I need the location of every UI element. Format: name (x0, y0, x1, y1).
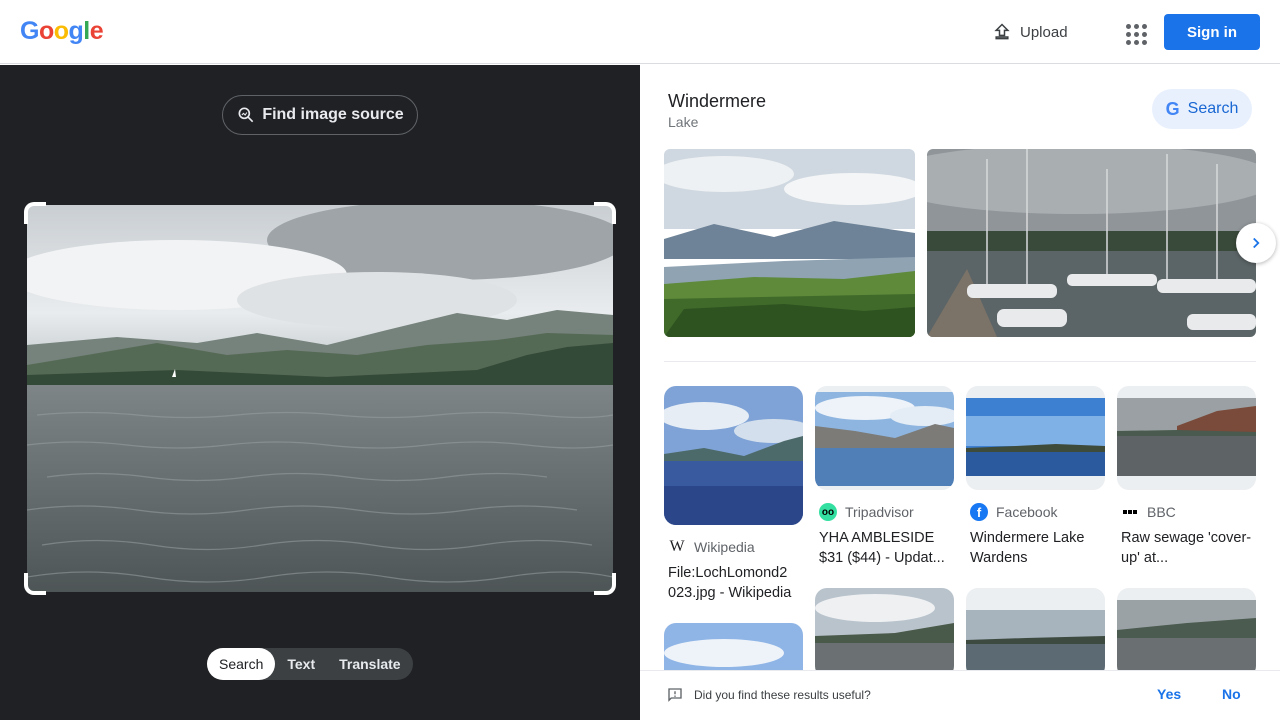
feedback-bar: Did you find these results useful? Yes N… (640, 670, 1280, 720)
entity-image-2[interactable] (927, 149, 1256, 337)
feedback-question: Did you find these results useful? (694, 688, 871, 702)
result-thumbnail (966, 386, 1105, 490)
result-thumbnail (815, 588, 954, 678)
facebook-icon: f (970, 503, 988, 521)
wikipedia-icon: W (669, 538, 685, 555)
tab-search[interactable]: Search (207, 648, 276, 680)
chevron-right-icon (1253, 237, 1260, 249)
query-image (27, 205, 613, 592)
result-source-label: BBC (1147, 504, 1176, 520)
result-thumbnail (1117, 386, 1256, 490)
bbc-icon (1121, 510, 1139, 514)
feedback-yes-button[interactable]: Yes (1157, 686, 1181, 702)
tab-text[interactable]: Text (275, 648, 327, 680)
result-card[interactable] (966, 588, 1105, 678)
result-source-label: Facebook (996, 504, 1058, 520)
upload-icon (994, 23, 1010, 40)
result-source: BBC (1117, 502, 1256, 522)
logo-letter: o (53, 17, 69, 45)
find-image-source-label: Find image source (262, 106, 404, 123)
crop-handle-bottom-left[interactable] (24, 573, 46, 595)
logo-letter: e (89, 17, 104, 45)
result-thumbnail (1117, 588, 1256, 678)
mode-tabs: Search Text Translate (207, 648, 413, 680)
entity-image-1[interactable] (664, 149, 915, 337)
entity-search-label: Search (1187, 100, 1239, 117)
result-title: File:LochLomond2 023.jpg - Wikipedia (668, 565, 792, 601)
find-image-source-button[interactable]: Find image source (222, 95, 418, 135)
feedback-icon (668, 688, 682, 702)
tripadvisor-icon: oo (819, 503, 837, 521)
result-source: oo Tripadvisor (815, 502, 954, 522)
logo-letter: o (38, 17, 54, 45)
carousel-next-button[interactable] (1236, 223, 1276, 263)
result-title: Raw sewage 'cover-up' at... (1121, 530, 1252, 566)
google-logo[interactable]: Google (20, 17, 104, 46)
query-image-panel: Find image source Search Text Translate (0, 65, 640, 720)
result-card[interactable]: oo Tripadvisor YHA AMBLESIDE $31 ($44) -… (815, 386, 954, 568)
result-card[interactable]: BBC Raw sewage 'cover-up' at... (1117, 386, 1256, 568)
entity-search-button[interactable]: G Search (1152, 89, 1252, 129)
apps-grid-icon[interactable] (1120, 18, 1148, 46)
sign-in-button[interactable]: Sign in (1164, 14, 1260, 50)
logo-letter: G (20, 17, 39, 45)
crop-handle-top-right[interactable] (594, 202, 616, 224)
tab-translate[interactable]: Translate (327, 648, 412, 680)
result-card[interactable]: W Wikipedia File:LochLomond2 023.jpg - W… (664, 386, 803, 603)
result-thumbnail (664, 386, 803, 525)
logo-letter: g (68, 17, 84, 45)
feedback-no-button[interactable]: No (1222, 686, 1241, 702)
entity-subtitle: Lake (668, 114, 699, 130)
top-bar: Google Upload Sign in (0, 0, 1280, 64)
result-title: Windermere Lake Wardens (970, 530, 1085, 566)
crop-handle-top-left[interactable] (24, 202, 46, 224)
google-g-icon: G (1165, 98, 1180, 119)
divider (664, 361, 1256, 362)
result-card[interactable] (815, 588, 954, 678)
result-card[interactable] (1117, 588, 1256, 678)
result-source-label: Tripadvisor (845, 504, 914, 520)
upload-label: Upload (1020, 23, 1068, 41)
upload-button[interactable]: Upload (992, 20, 1068, 44)
result-source-label: Wikipedia (694, 539, 755, 555)
result-thumbnail (815, 386, 954, 490)
result-card[interactable]: f Facebook Windermere Lake Wardens (966, 386, 1105, 568)
crop-selection[interactable] (24, 202, 616, 595)
crop-handle-bottom-right[interactable] (594, 573, 616, 595)
entity-title[interactable]: Windermere (668, 91, 766, 112)
result-source: f Facebook (966, 502, 1105, 522)
result-title: YHA AMBLESIDE $31 ($44) - Updat... (819, 530, 945, 566)
result-source: W Wikipedia (664, 537, 803, 557)
results-panel: Windermere Lake G Search W Wikipedia Fil… (640, 65, 1280, 720)
image-search-icon (238, 107, 254, 123)
result-thumbnail (966, 588, 1105, 678)
